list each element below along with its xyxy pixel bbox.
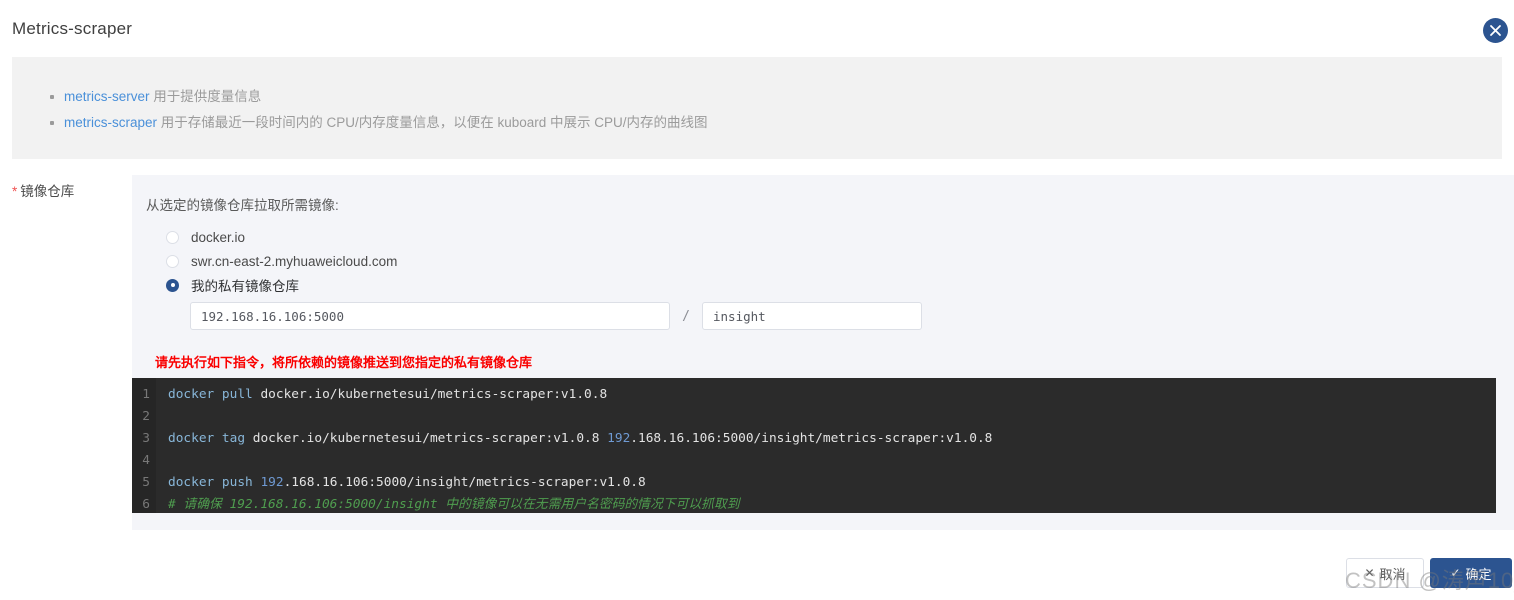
form-label-text: 镜像仓库 [20,184,75,199]
radio-icon [166,254,179,268]
code-block: 1 docker pull docker.io/kubernetesui/metr… [132,378,1496,513]
registry-radio-group[interactable]: docker.io swr.cn-east-2.myhuaweicloud.co… [166,225,397,297]
close-icon[interactable] [1483,18,1508,43]
code-token: .168.16.106:5000/insight/metrics-scraper… [630,431,993,446]
code-line: 1 docker pull docker.io/kubernetesui/metr… [132,384,1496,406]
info-list: metrics-server 用于提供度量信息 metrics-scraper … [12,57,1502,136]
dialog-title: Metrics-scraper [12,19,133,38]
code-line-text: # 请确保 192.168.16.106:5000/insight 中的镜像可以… [156,494,740,513]
dialog-footer: ✕ 取消 ✓ 确定 [0,550,1514,600]
radio-label: docker.io [191,229,246,245]
code-line-text: docker push 192.168.16.106:5000/insight/… [156,472,646,494]
list-item-text: 用于提供度量信息 [149,89,262,104]
code-line-number: 5 [142,475,150,490]
registry-host-input[interactable] [190,302,670,330]
code-token: .168.16.106:5000/insight/metrics-scraper… [283,475,646,490]
panel-caption: 从选定的镜像仓库拉取所需镜像: [146,198,339,213]
registry-form-panel: 从选定的镜像仓库拉取所需镜像: docker.io swr.cn-east-2.… [132,175,1514,530]
radio-icon [166,230,179,244]
info-banner: metrics-server 用于提供度量信息 metrics-scraper … [12,57,1502,159]
code-token: docker.io/kubernetesui/metrics-scraper:v… [260,387,608,402]
form-field-label: * 镜像仓库 [12,180,74,200]
code-lines[interactable]: 1 docker pull docker.io/kubernetesui/metr… [132,378,1496,513]
cancel-button[interactable]: ✕ 取消 [1346,558,1424,588]
code-line-number: 4 [142,453,150,468]
list-item: metrics-scraper 用于存储最近一段时间内的 CPU/内存度量信息，… [50,110,1502,136]
radio-label: 我的私有镜像仓库 [191,279,299,294]
confirm-button-label: 确定 [1465,566,1492,582]
radio-option-huaweicloud[interactable]: swr.cn-east-2.myhuaweicloud.com [166,249,397,273]
radio-label: swr.cn-east-2.myhuaweicloud.com [191,253,398,269]
code-line-number: 6 [142,497,150,512]
code-token: docker push [168,475,261,490]
code-token: docker pull [168,387,261,402]
code-token: 192 [260,475,284,490]
link-metrics-server[interactable]: metrics-server [64,89,150,104]
cancel-button-label: 取消 [1379,566,1406,582]
code-line-number: 2 [142,409,150,424]
path-separator: / [682,308,690,324]
dialog-header: Metrics-scraper [0,0,1514,56]
code-token: # 请确保 192.168.16.106:5000/insight 中的镜像可以… [168,497,740,512]
list-item: metrics-server 用于提供度量信息 [50,84,1502,110]
radio-icon-selected [166,278,179,292]
code-token: 192 [607,431,631,446]
required-asterisk: * [12,184,18,199]
code-line-text: docker tag docker.io/kubernetesui/metric… [156,428,992,450]
code-line: 3 docker tag docker.io/kubernetesui/metri… [132,428,1496,450]
code-token: docker.io/kubernetesui/metrics-scraper:v… [252,431,608,446]
code-line: 6 # 请确保 192.168.16.106:5000/insight 中的镜像可… [132,494,1496,513]
code-token: docker tag [168,431,253,446]
code-line: 5 docker push 192.168.16.106:5000/insight… [132,472,1496,494]
radio-option-private-registry[interactable]: 我的私有镜像仓库 [166,273,397,297]
code-line-number: 3 [142,431,150,446]
check-icon: ✓ [1450,566,1461,580]
registry-namespace-input[interactable] [702,302,922,330]
warning-message: 请先执行如下指令，将所依赖的镜像推送到您指定的私有镜像仓库 [155,355,533,370]
code-line-number: 1 [142,387,150,402]
code-line-text: docker pull docker.io/kubernetesui/metri… [156,384,607,406]
code-line: 4 [132,450,1496,472]
confirm-button[interactable]: ✓ 确定 [1430,558,1512,588]
list-item-text: 用于存储最近一段时间内的 CPU/内存度量信息，以便在 kuboard 中展示 … [157,115,708,130]
link-metrics-scraper[interactable]: metrics-scraper [64,115,157,130]
code-line: 2 [132,406,1496,428]
close-x-icon: ✕ [1364,566,1375,580]
registry-input-row: / [190,302,922,330]
radio-option-dockerio[interactable]: docker.io [166,225,397,249]
